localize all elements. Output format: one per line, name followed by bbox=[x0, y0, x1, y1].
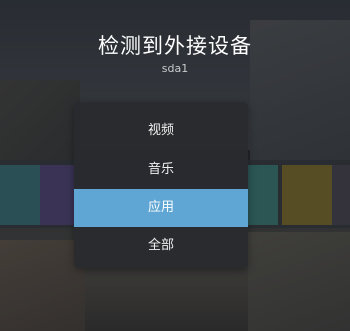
tv-screen: 检测到外接设备 sda1 视频 音乐 应用 全部 bbox=[0, 0, 350, 331]
device-name: sda1 bbox=[161, 62, 189, 75]
menu-item-apps[interactable]: 应用 bbox=[74, 189, 248, 227]
menu-item-all[interactable]: 全部 bbox=[74, 227, 248, 265]
menu-item-video[interactable]: 视频 bbox=[74, 112, 248, 150]
menu-item-music[interactable]: 音乐 bbox=[74, 151, 248, 189]
dialog-title: 检测到外接设备 bbox=[98, 34, 252, 58]
device-action-menu: 视频 音乐 应用 全部 bbox=[74, 102, 248, 268]
